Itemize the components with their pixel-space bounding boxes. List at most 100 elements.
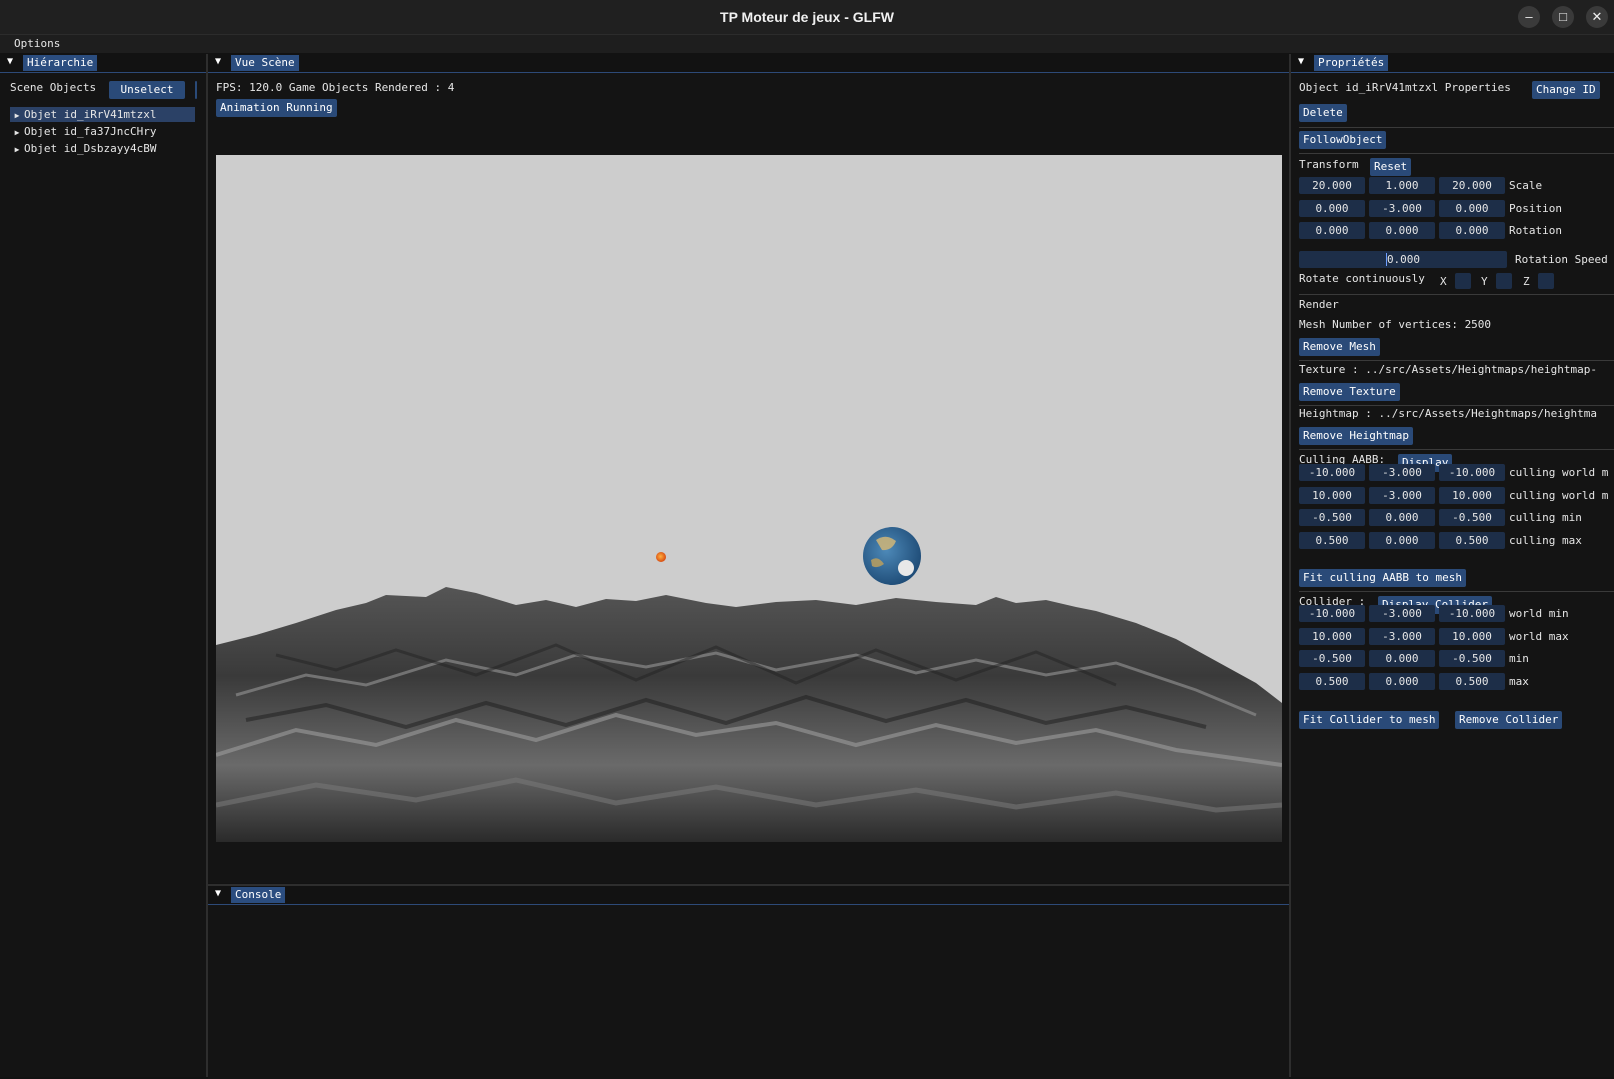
vector-component-input[interactable]: -10.000 <box>1439 464 1505 481</box>
collapse-arrow-icon[interactable]: ▼ <box>1298 56 1304 67</box>
vector-component-input[interactable]: 0.000 <box>1369 222 1435 239</box>
vector-component-input[interactable]: 10.000 <box>1439 486 1505 504</box>
vector-component-input[interactable]: 1.000 <box>1369 177 1435 194</box>
console-panel: ▼ Console <box>208 884 1289 1079</box>
minimize-button[interactable]: – <box>1518 6 1540 28</box>
vector-component-input[interactable]: 0.000 <box>1439 199 1505 217</box>
vector-row-label: culling max <box>1509 533 1582 547</box>
vector-component-input[interactable]: -10.000 <box>1299 464 1365 481</box>
hierarchy-item[interactable]: ▶ Objet id_Dsbzayy4cBW <box>10 141 195 156</box>
vector-row-label: culling world m <box>1509 488 1609 502</box>
hierarchy-item-label: Objet id_Dsbzayy4cBW <box>24 142 157 155</box>
expand-arrow-icon[interactable]: ▶ <box>10 108 24 123</box>
change-id-button[interactable]: Change ID <box>1532 81 1600 99</box>
sun-object <box>656 552 666 562</box>
planet-object <box>863 527 921 585</box>
remove-mesh-button[interactable]: Remove Mesh <box>1299 338 1380 356</box>
separator <box>1299 405 1614 406</box>
vector-component-input[interactable]: -0.500 <box>1439 650 1505 667</box>
vector-row-label: max <box>1509 674 1529 688</box>
heightmap-path-label: Heightmap : ../src/Assets/Heightmaps/hei… <box>1299 407 1598 420</box>
mesh-vertices-label: Mesh Number of vertices: 2500 <box>1299 318 1492 331</box>
vector-component-input[interactable]: 0.000 <box>1369 672 1435 690</box>
menu-bar: Options <box>0 35 1614 53</box>
reset-button[interactable]: Reset <box>1370 158 1412 176</box>
vector-component-input[interactable]: -3.000 <box>1369 199 1435 217</box>
vector-component-input[interactable]: -3.000 <box>1369 605 1435 622</box>
rotate-z-checkbox[interactable] <box>1538 273 1554 289</box>
collapse-arrow-icon[interactable]: ▼ <box>7 56 13 67</box>
scene-render <box>216 155 1282 842</box>
remove-texture-button[interactable]: Remove Texture <box>1299 383 1400 401</box>
vector-component-input[interactable]: 0.500 <box>1299 672 1365 690</box>
follow-object-button[interactable]: FollowObject <box>1299 131 1387 149</box>
vector-component-input[interactable]: 0.000 <box>1369 509 1435 526</box>
fit-collider-button[interactable]: Fit Collider to mesh <box>1299 711 1440 729</box>
clipped-button[interactable] <box>195 81 197 99</box>
delete-button[interactable]: Delete <box>1299 104 1347 122</box>
rotation-speed-value: 0.000 <box>1385 253 1421 266</box>
separator <box>1299 360 1614 361</box>
vector-component-input[interactable]: -0.500 <box>1439 509 1505 526</box>
menu-options[interactable]: Options <box>14 37 60 50</box>
expand-arrow-icon[interactable]: ▶ <box>10 142 24 157</box>
moon-object <box>898 560 914 576</box>
rotation-speed-input[interactable]: 0.000 <box>1299 251 1507 268</box>
hierarchy-header: ▼ Hiérarchie <box>0 54 206 73</box>
vector-component-input[interactable]: 0.500 <box>1439 531 1505 549</box>
vector-component-input[interactable]: 10.000 <box>1439 627 1505 645</box>
vector-component-input[interactable]: 10.000 <box>1299 486 1365 504</box>
vector-row-label: min <box>1509 652 1529 665</box>
separator <box>1299 591 1614 592</box>
hierarchy-item-label: Objet id_iRrV41mtzxl <box>24 108 157 121</box>
fps-stats: FPS: 120.0 Game Objects Rendered : 4 <box>216 81 455 94</box>
vector-row-label: Position <box>1509 201 1562 215</box>
rotate-x-checkbox[interactable] <box>1455 273 1471 289</box>
rotate-continuously-label: Rotate continuously <box>1299 272 1425 285</box>
vector-component-input[interactable]: -10.000 <box>1439 605 1505 622</box>
vector-row-label: culling min <box>1509 511 1582 524</box>
separator <box>1299 449 1614 450</box>
remove-collider-button[interactable]: Remove Collider <box>1455 711 1563 729</box>
close-button[interactable]: ✕ <box>1586 6 1608 28</box>
vector-component-input[interactable]: 0.500 <box>1439 672 1505 690</box>
expand-arrow-icon[interactable]: ▶ <box>10 125 24 140</box>
texture-path-label: Texture : ../src/Assets/Heightmaps/heigh… <box>1299 363 1598 376</box>
rotate-y-checkbox[interactable] <box>1496 273 1512 289</box>
vector-component-input[interactable]: -3.000 <box>1369 627 1435 645</box>
vector-component-input[interactable]: 10.000 <box>1299 627 1365 645</box>
render-label: Render <box>1299 298 1339 311</box>
vector-component-input[interactable]: 0.500 <box>1299 531 1365 549</box>
vector-component-input[interactable]: 20.000 <box>1439 177 1505 194</box>
hierarchy-title[interactable]: Hiérarchie <box>23 55 98 71</box>
scene-title[interactable]: Vue Scène <box>231 55 299 71</box>
object-properties-label: Object id_iRrV41mtzxl Properties <box>1299 81 1511 94</box>
vector-component-input[interactable]: 0.000 <box>1299 199 1365 217</box>
axis-y-label: Y <box>1481 275 1488 288</box>
console-title[interactable]: Console <box>231 887 286 903</box>
vector-component-input[interactable]: -10.000 <box>1299 605 1365 622</box>
vector-component-input[interactable]: 0.000 <box>1369 531 1435 549</box>
properties-title[interactable]: Propriétés <box>1314 55 1389 71</box>
collapse-arrow-icon[interactable]: ▼ <box>215 56 221 67</box>
hierarchy-panel: ▼ Hiérarchie Scene Objects Unselect ▶ Obj… <box>0 54 208 1077</box>
unselect-button[interactable]: Unselect <box>109 81 185 99</box>
vector-component-input[interactable]: -3.000 <box>1369 464 1435 481</box>
console-header: ▼ Console <box>208 886 1289 905</box>
vector-component-input[interactable]: 0.000 <box>1299 222 1365 239</box>
properties-panel: ▼ Propriétés Object id_iRrV41mtzxl Prope… <box>1291 54 1614 1077</box>
vector-component-input[interactable]: -3.000 <box>1369 486 1435 504</box>
fit-culling-button[interactable]: Fit culling AABB to mesh <box>1299 569 1466 587</box>
scene-viewport[interactable] <box>216 155 1282 842</box>
vector-component-input[interactable]: 0.000 <box>1369 650 1435 667</box>
maximize-button[interactable]: □ <box>1552 6 1574 28</box>
remove-heightmap-button[interactable]: Remove Heightmap <box>1299 427 1413 445</box>
collapse-arrow-icon[interactable]: ▼ <box>215 888 221 899</box>
animation-running-button[interactable]: Animation Running <box>216 99 337 117</box>
hierarchy-item[interactable]: ▶ Objet id_iRrV41mtzxl <box>10 107 195 122</box>
vector-component-input[interactable]: -0.500 <box>1299 509 1365 526</box>
vector-component-input[interactable]: 0.000 <box>1439 222 1505 239</box>
vector-component-input[interactable]: 20.000 <box>1299 177 1365 194</box>
vector-component-input[interactable]: -0.500 <box>1299 650 1365 667</box>
hierarchy-item[interactable]: ▶ Objet id_fa37JncCHry <box>10 124 195 139</box>
